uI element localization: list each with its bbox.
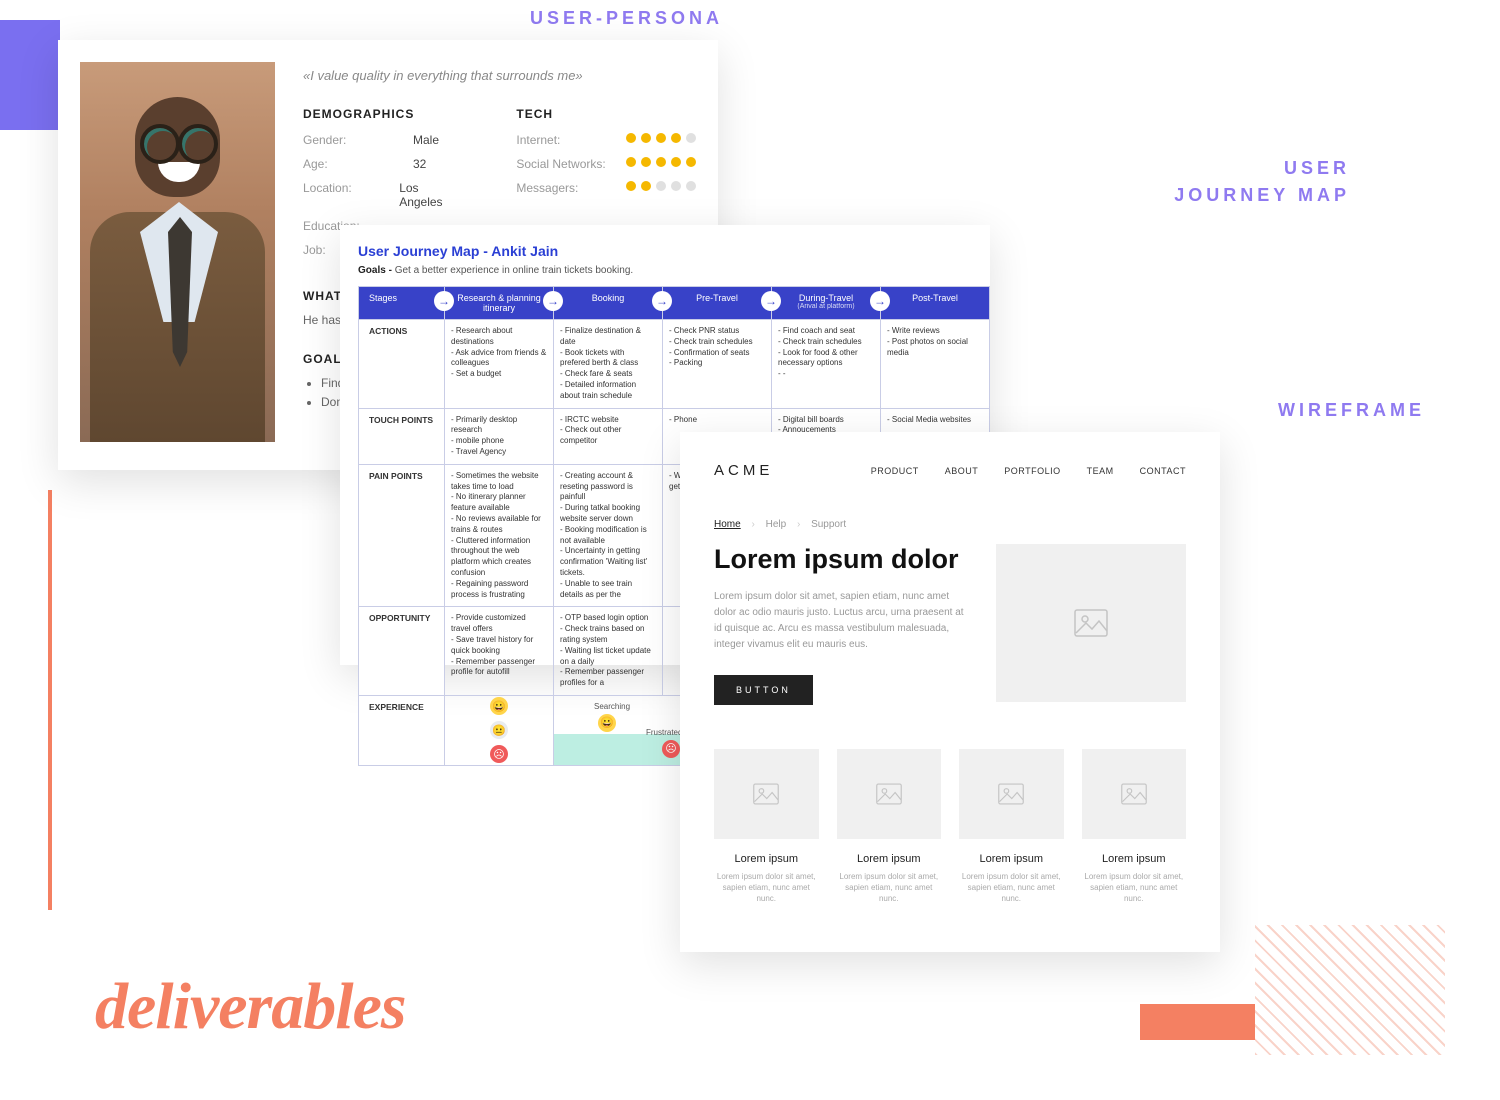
nav-contact[interactable]: CONTACT [1140, 466, 1186, 476]
wire-hero-body: Lorem ipsum dolor sit amet, sapien etiam… [714, 589, 964, 653]
tech-messagers-row: Messagers: [516, 181, 696, 195]
section-label-wireframe: WIREFRAME [1278, 400, 1425, 421]
item-body: Lorem ipsum dolor sit amet, sapien etiam… [714, 871, 819, 905]
bc-help[interactable]: Help [766, 519, 787, 530]
bc-home[interactable]: Home [714, 519, 741, 530]
wireframe-card: ACME PRODUCT ABOUT PORTFOLIO TEAM CONTACT Ho… [680, 432, 1220, 952]
arrow-right-icon: → [434, 291, 454, 311]
image-placeholder [996, 544, 1186, 702]
image-placeholder [714, 749, 819, 839]
stage-3: →During-Travel(Arival at platform) [772, 287, 881, 320]
wire-hero-title: Lorem ipsum dolor [714, 544, 964, 575]
happy-face-icon: 😀 [490, 697, 508, 715]
exp-frustrated-label: Frustrated [646, 728, 682, 737]
nav-about[interactable]: ABOUT [945, 466, 979, 476]
tech-social-row: Social Networks: [516, 157, 696, 171]
item-title: Lorem ipsum [837, 853, 942, 865]
wire-item-grid: Lorem ipsum Lorem ipsum dolor sit amet, s… [714, 749, 1186, 905]
decor-coral-block [1140, 1004, 1255, 1040]
neutral-face-icon: 😐 [490, 721, 508, 739]
arrow-right-icon: → [870, 291, 890, 311]
stage-0: →Research & planning itinerary [445, 287, 554, 320]
sad-face-icon: ☹ [490, 745, 508, 763]
arrow-right-icon: → [652, 291, 672, 311]
stage-4: →Post-Travel [881, 287, 990, 320]
wire-grid-item: Lorem ipsum Lorem ipsum dolor sit amet, s… [1082, 749, 1187, 905]
item-body: Lorem ipsum dolor sit amet, sapien etiam… [1082, 871, 1187, 905]
bc-support[interactable]: Support [811, 519, 846, 530]
wire-grid-item: Lorem ipsum Lorem ipsum dolor sit amet, s… [959, 749, 1064, 905]
chevron-right-icon: › [751, 519, 754, 530]
tech-internet-row: Internet: [516, 133, 696, 147]
heading-deliverables: deliverables [95, 969, 406, 1045]
arrow-right-icon: → [543, 291, 563, 311]
image-placeholder [1082, 749, 1187, 839]
item-title: Lorem ipsum [1082, 853, 1187, 865]
wire-grid-item: Lorem ipsum Lorem ipsum dolor sit amet, s… [837, 749, 942, 905]
journey-title: User Journey Map - Ankit Jain [358, 243, 990, 259]
wire-logo: ACME [714, 462, 773, 479]
image-placeholder [959, 749, 1064, 839]
item-body: Lorem ipsum dolor sit amet, sapien etiam… [837, 871, 942, 905]
stage-2: →Pre-Travel [663, 287, 772, 320]
chevron-right-icon: › [797, 519, 800, 530]
happy-face-icon: 😀 [598, 714, 616, 732]
exp-searching-label: Searching [594, 702, 630, 711]
item-title: Lorem ipsum [959, 853, 1064, 865]
breadcrumb: Home › Help › Support [714, 519, 1186, 530]
sad-face-icon: ☹ [662, 740, 680, 758]
image-placeholder [837, 749, 942, 839]
wire-grid-item: Lorem ipsum Lorem ipsum dolor sit amet, s… [714, 749, 819, 905]
nav-portfolio[interactable]: PORTFOLIO [1004, 466, 1060, 476]
nav-product[interactable]: PRODUCT [871, 466, 919, 476]
demographics-heading: DEMOGRAPHICS [303, 107, 456, 121]
decor-purple-block [0, 20, 60, 130]
tech-heading: TECH [516, 107, 696, 121]
nav-team[interactable]: TEAM [1087, 466, 1114, 476]
wire-nav-links: PRODUCT ABOUT PORTFOLIO TEAM CONTACT [871, 466, 1186, 476]
persona-quote: «I value quality in everything that surr… [303, 68, 696, 83]
wire-cta-button[interactable]: BUTTON [714, 675, 813, 705]
item-title: Lorem ipsum [714, 853, 819, 865]
section-label-persona: USER-PERSONA [530, 8, 723, 29]
stage-1: →Booking [554, 287, 663, 320]
section-label-journey: USER JOURNEY MAP [1174, 155, 1350, 209]
decor-stripes [1255, 925, 1445, 1055]
persona-photo [80, 62, 275, 442]
decor-coral-line [48, 490, 52, 910]
item-body: Lorem ipsum dolor sit amet, sapien etiam… [959, 871, 1064, 905]
